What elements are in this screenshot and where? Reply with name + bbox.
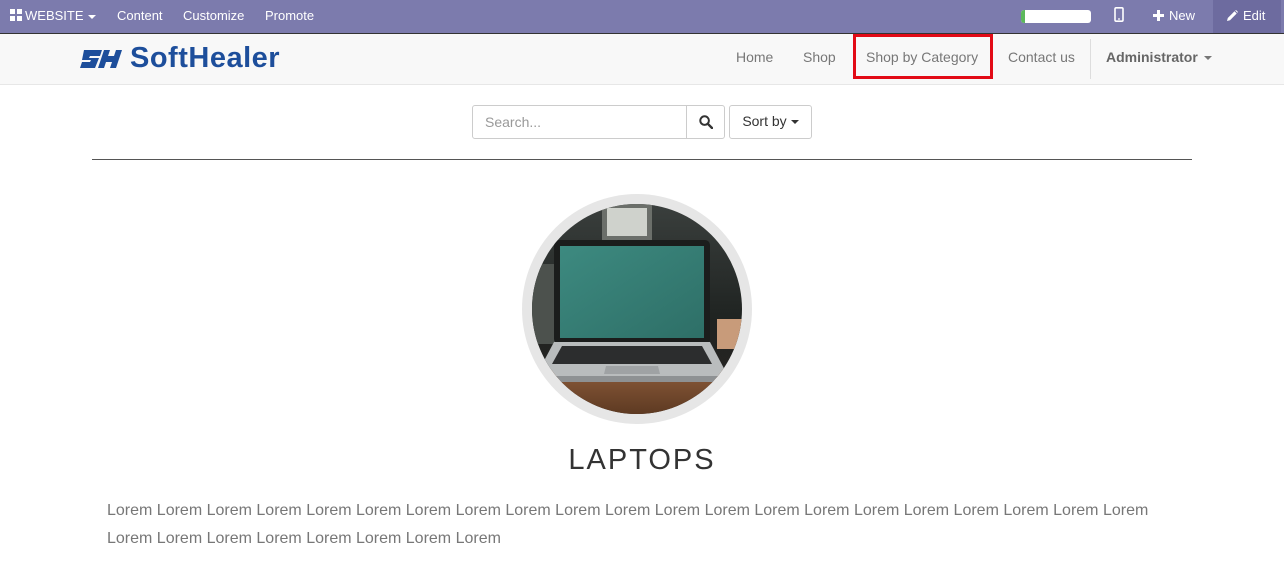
edit-button[interactable]: Edit — [1213, 0, 1282, 33]
edit-button-label: Edit — [1243, 8, 1266, 23]
nav-home[interactable]: Home — [736, 34, 773, 84]
nav-shop[interactable]: Shop — [803, 34, 836, 84]
apps-grid-icon — [10, 9, 22, 21]
laptop-photo — [532, 204, 742, 414]
user-menu[interactable]: Administrator — [1106, 34, 1212, 84]
user-menu-label: Administrator — [1106, 49, 1198, 65]
category-description: Lorem Lorem Lorem Lorem Lorem Lorem Lore… — [107, 502, 1149, 547]
promote-menu[interactable]: Promote — [265, 0, 314, 33]
nav-contact-us[interactable]: Contact us — [1008, 34, 1075, 84]
progress-fill — [1021, 10, 1026, 23]
softhealer-logo-mark — [80, 50, 122, 68]
search-input[interactable] — [472, 105, 687, 139]
highlight-annotation-box — [853, 34, 993, 79]
search-icon — [699, 115, 713, 129]
website-menu-label: WEBSITE — [25, 8, 84, 23]
new-button[interactable]: New — [1153, 0, 1195, 33]
nav-divider — [1090, 39, 1091, 79]
chevron-down-icon — [1203, 56, 1212, 61]
main-navbar: SoftHealer Home Shop Shop by Category Co… — [0, 34, 1284, 85]
divider-line — [92, 159, 1192, 160]
sort-by-dropdown[interactable]: Sort by — [729, 105, 812, 139]
sort-by-label: Sort by — [742, 113, 787, 129]
website-admin-bar: WEBSITE Content Customize Promote New Ed… — [0, 0, 1284, 33]
category-image[interactable] — [532, 204, 742, 414]
chevron-down-icon — [87, 14, 96, 19]
website-menu[interactable]: WEBSITE — [10, 0, 96, 33]
mobile-preview-button[interactable] — [1114, 0, 1124, 33]
category-title[interactable]: LAPTOPS — [0, 444, 1284, 477]
search-button[interactable] — [686, 105, 725, 139]
new-button-label: New — [1169, 8, 1196, 23]
mobile-phone-icon — [1114, 7, 1124, 22]
pencil-icon — [1227, 10, 1238, 21]
logo-text: SoftHealer — [130, 42, 281, 74]
customize-menu[interactable]: Customize — [183, 0, 244, 33]
plus-icon — [1153, 10, 1164, 21]
content-menu[interactable]: Content — [117, 0, 163, 33]
chevron-down-icon — [790, 120, 799, 125]
progress-bar — [1021, 10, 1091, 23]
